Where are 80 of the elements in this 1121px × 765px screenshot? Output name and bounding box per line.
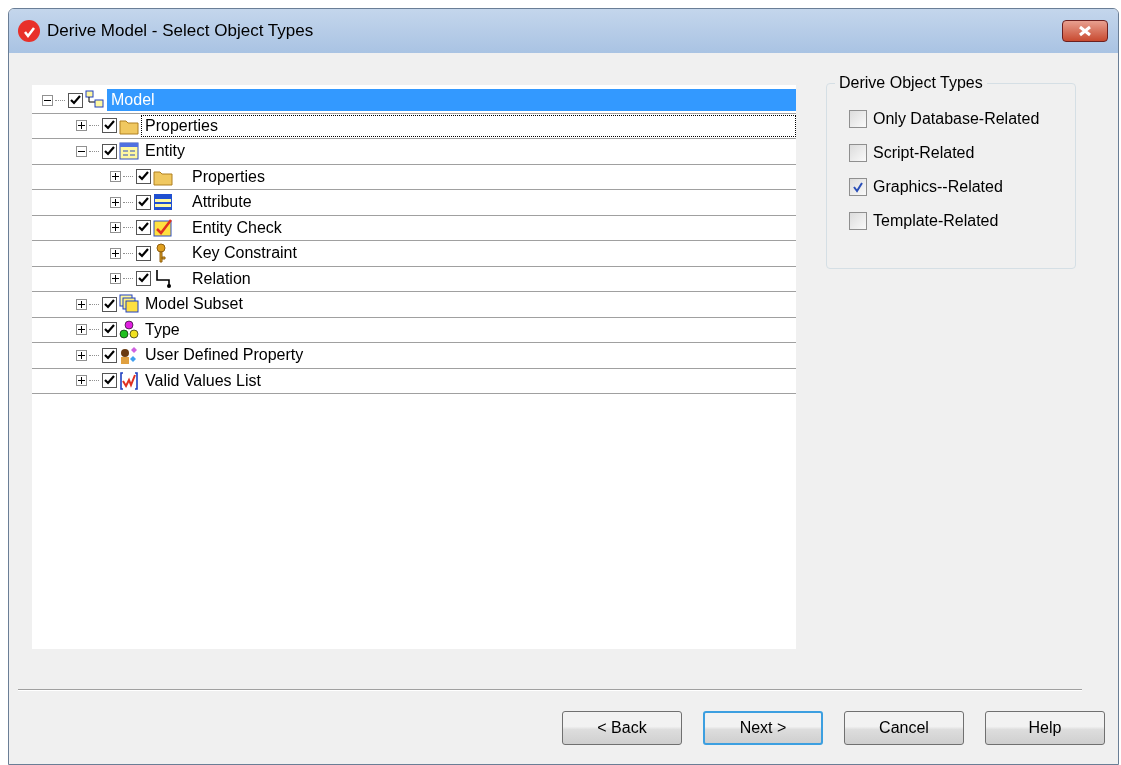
- tree-item[interactable]: Type: [141, 318, 796, 341]
- check-icon: [138, 273, 149, 285]
- tree-item[interactable]: Entity Check: [188, 216, 796, 239]
- window-title: Derive Model - Select Object Types: [47, 21, 315, 41]
- tree-item[interactable]: Entity: [141, 140, 796, 163]
- dialog-button[interactable]: Help: [985, 711, 1105, 745]
- close-button[interactable]: [1062, 20, 1108, 42]
- checkbox-option[interactable]: Graphics--Related: [849, 178, 1075, 196]
- collapse-toggle[interactable]: [76, 145, 87, 157]
- expand-toggle[interactable]: [110, 196, 121, 208]
- plus-icon: [111, 172, 120, 182]
- checklist-icon: [153, 217, 173, 238]
- bracket-check-icon: [119, 370, 139, 391]
- expand-toggle[interactable]: [110, 247, 121, 259]
- check-icon: [104, 324, 115, 336]
- expand-toggle[interactable]: [76, 324, 87, 336]
- expand-toggle[interactable]: [76, 298, 87, 310]
- tree-item[interactable]: Valid Values List: [141, 369, 796, 392]
- plus-icon: [111, 248, 120, 258]
- checkbox-option[interactable]: Only Database-Related: [849, 110, 1075, 128]
- check-icon: [104, 298, 115, 310]
- check-icon: [104, 145, 115, 157]
- checkbox[interactable]: [68, 92, 83, 108]
- check-icon: [104, 375, 115, 387]
- checkbox[interactable]: [102, 322, 117, 338]
- check-icon: [70, 94, 81, 106]
- check-icon: [138, 196, 149, 208]
- check-icon: [104, 349, 115, 361]
- hierarchy-icon: [85, 90, 105, 111]
- tree-item[interactable]: Attribute: [188, 191, 796, 214]
- expand-toggle[interactable]: [110, 273, 121, 285]
- checkbox[interactable]: [102, 118, 117, 134]
- tree-item[interactable]: Model Subset: [141, 293, 796, 316]
- expand-toggle[interactable]: [76, 349, 87, 361]
- expand-toggle[interactable]: [110, 222, 121, 234]
- tree-item[interactable]: Properties: [188, 165, 796, 188]
- expand-toggle[interactable]: [76, 375, 87, 387]
- windows-icon: [119, 294, 139, 315]
- connector-icon: [153, 268, 173, 289]
- check-icon: [138, 247, 149, 259]
- checkbox[interactable]: [136, 271, 151, 287]
- expand-toggle[interactable]: [76, 120, 87, 132]
- checkbox[interactable]: [136, 245, 151, 261]
- check-icon: [138, 171, 149, 183]
- plus-icon: [111, 274, 120, 284]
- dialog-button[interactable]: Cancel: [844, 711, 964, 745]
- plus-icon: [77, 121, 86, 131]
- group-title: Derive Object Types: [835, 74, 987, 92]
- tree-item[interactable]: Relation: [188, 267, 796, 290]
- checkbox[interactable]: [102, 373, 117, 389]
- check-icon: [852, 181, 864, 193]
- checkbox[interactable]: [102, 296, 117, 312]
- table-icon: [119, 141, 139, 162]
- check-icon: [104, 120, 115, 132]
- circles-icon: [119, 319, 139, 340]
- tree-item[interactable]: Key Constraint: [188, 242, 796, 265]
- plus-icon: [77, 325, 86, 335]
- checkbox[interactable]: [102, 143, 117, 159]
- plus-icon: [77, 376, 86, 386]
- checkbox[interactable]: [136, 194, 151, 210]
- tree-item[interactable]: User Defined Property: [141, 344, 796, 367]
- checkbox[interactable]: [136, 169, 151, 185]
- close-icon: [1077, 25, 1093, 37]
- checkbox-option[interactable]: Template-Related: [849, 212, 1075, 230]
- dialog-button[interactable]: Next >: [703, 711, 823, 745]
- dialog-button[interactable]: < Back: [562, 711, 682, 745]
- expand-toggle[interactable]: [110, 171, 121, 183]
- app-logo-icon: [17, 19, 41, 43]
- bars-icon: [153, 192, 173, 213]
- checkbox[interactable]: [136, 220, 151, 236]
- tree-item[interactable]: Properties: [141, 114, 796, 137]
- checkbox[interactable]: [102, 347, 117, 363]
- plus-icon: [77, 350, 86, 360]
- check-icon: [138, 222, 149, 234]
- checkbox-option[interactable]: Script-Related: [849, 144, 1075, 162]
- plus-icon: [111, 223, 120, 233]
- person-diamond-icon: [119, 345, 139, 366]
- plus-icon: [77, 299, 86, 309]
- plus-icon: [111, 197, 120, 207]
- collapse-toggle[interactable]: [42, 94, 53, 106]
